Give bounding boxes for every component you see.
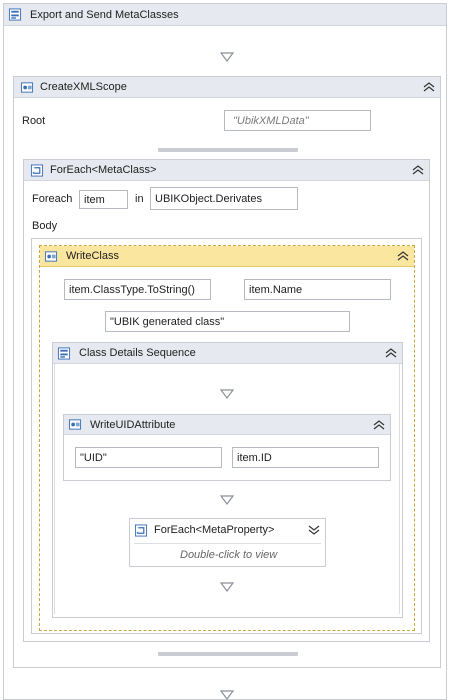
class-details-sequence-title: Class Details Sequence <box>79 347 196 359</box>
foreach-icon <box>30 163 44 177</box>
drop-arrow-icon[interactable] <box>220 582 234 592</box>
write-attribute-icon <box>68 419 82 430</box>
drop-arrow-icon[interactable] <box>220 690 234 700</box>
collapse-icon[interactable] <box>396 250 410 262</box>
write-uid-attribute-title: WriteUIDAttribute <box>90 418 176 431</box>
drop-bar[interactable] <box>158 148 298 152</box>
root-activity-title: Export and Send MetaClasses <box>30 8 179 21</box>
collapse-icon[interactable] <box>372 419 386 431</box>
sequence-icon <box>8 8 22 21</box>
foreach-metaproperty-divider <box>134 543 321 544</box>
create-xml-scope-title: CreateXMLScope <box>40 81 127 93</box>
foreach-label: Foreach <box>32 193 73 205</box>
collapse-icon[interactable] <box>422 81 436 93</box>
drop-arrow-icon[interactable] <box>220 52 234 62</box>
double-click-hint: Double-click to view <box>180 549 278 561</box>
create-xml-scope-header[interactable]: CreateXMLScope <box>14 77 440 98</box>
write-class-header[interactable]: WriteClass <box>40 246 414 267</box>
sequence-icon <box>57 346 71 360</box>
foreach-item-field[interactable]: item <box>79 190 128 209</box>
foreach-metaclass-header[interactable]: ForEach<MetaClass> <box>24 160 429 181</box>
foreach-metaproperty-header[interactable]: ForEach<MetaProperty> <box>130 519 325 541</box>
in-label: in <box>135 193 144 205</box>
foreach-metaproperty-title: ForEach<MetaProperty> <box>154 524 275 536</box>
drop-arrow-icon[interactable] <box>220 389 234 399</box>
write-uid-attribute-header[interactable]: WriteUIDAttribute <box>64 415 390 435</box>
foreach-collection-field[interactable]: UBIKObject.Derivates <box>150 187 298 210</box>
write-class-title: WriteClass <box>66 250 119 262</box>
class-type-field[interactable]: item.ClassType.ToString() <box>64 279 211 300</box>
uid-name-field[interactable]: "UID" <box>75 447 222 468</box>
root-label: Root <box>22 115 46 127</box>
root-activity-header[interactable]: Export and Send MetaClasses <box>4 4 446 26</box>
foreach-metaclass-title: ForEach<MetaClass> <box>50 164 157 176</box>
foreach-icon <box>134 523 148 537</box>
root-value-field[interactable]: "UbikXMLData" <box>224 110 371 131</box>
uid-value-field[interactable]: item.ID <box>232 447 379 468</box>
body-label: Body <box>32 220 58 232</box>
sequence-inner-border <box>54 364 400 614</box>
class-name-field[interactable]: item.Name <box>244 279 391 300</box>
drop-arrow-icon[interactable] <box>220 495 234 505</box>
collapse-icon[interactable] <box>384 347 398 359</box>
drop-bar[interactable] <box>158 652 298 656</box>
write-class-icon <box>44 250 58 262</box>
class-details-sequence-header[interactable]: Class Details Sequence <box>53 343 402 364</box>
xml-scope-icon <box>20 81 34 93</box>
expand-icon[interactable] <box>307 524 321 536</box>
class-description-field[interactable]: "UBIK generated class" <box>105 311 350 332</box>
collapse-icon[interactable] <box>411 164 425 176</box>
